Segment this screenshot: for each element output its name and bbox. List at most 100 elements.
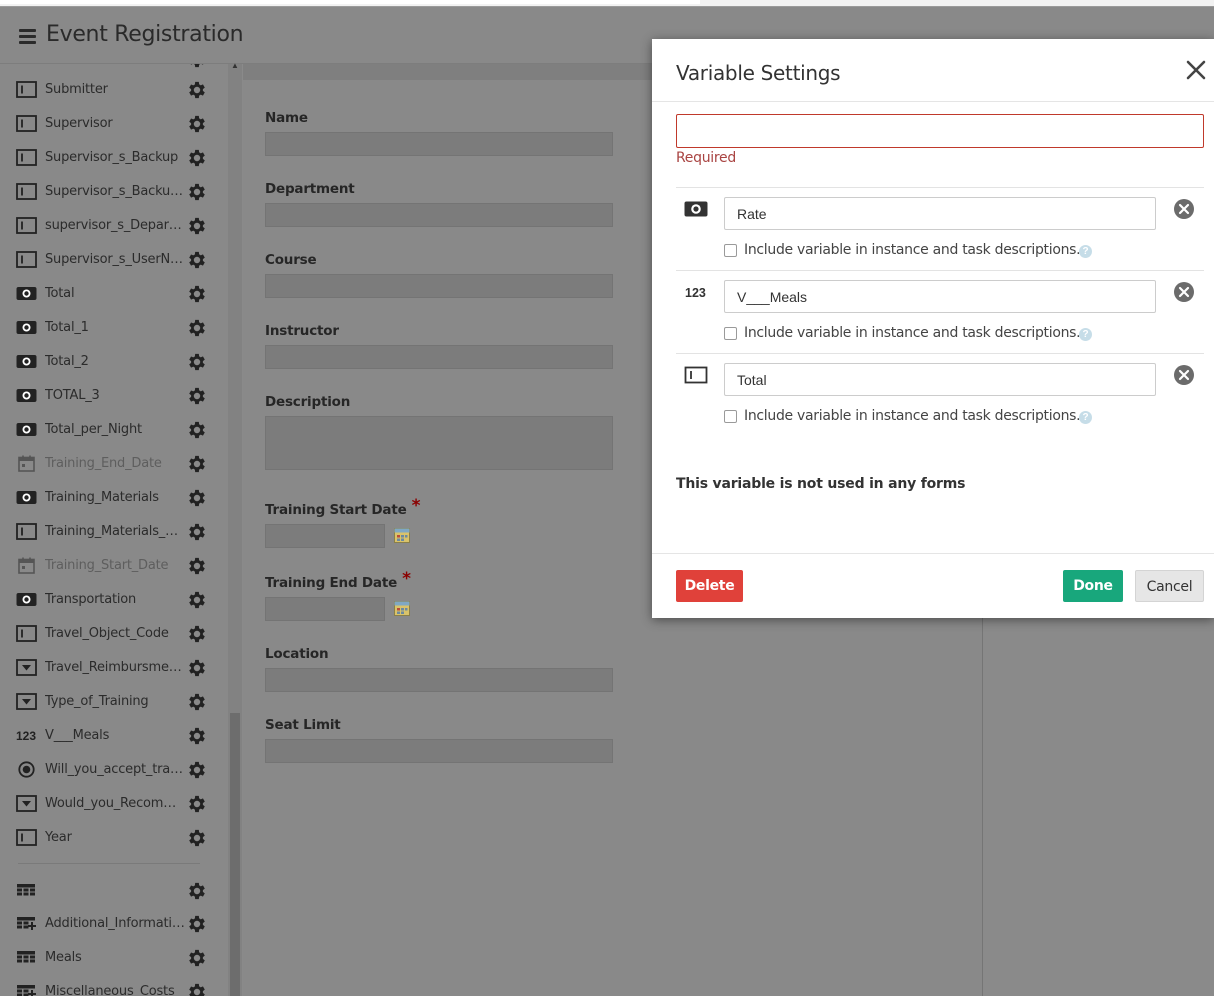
gear-icon[interactable] [186, 589, 208, 611]
grid-add-icon [16, 983, 37, 996]
sidebar-variable-item[interactable]: Training_Materials_O... [0, 515, 228, 549]
sidebar-variable-item[interactable]: Total_1 [0, 311, 228, 345]
sidebar-variable-item[interactable]: Supervisor_s_Backup... [0, 175, 228, 209]
gear-icon[interactable] [186, 555, 208, 577]
sidebar-variable-item[interactable]: Supervisor_s_Backup [0, 141, 228, 175]
gear-icon[interactable] [186, 64, 208, 70]
sidebar-variable-item[interactable]: Travel_Object_Code [0, 617, 228, 651]
form-field-input[interactable] [265, 203, 613, 227]
gear-icon[interactable] [186, 827, 208, 849]
gear-icon[interactable] [186, 623, 208, 645]
gear-icon[interactable] [186, 487, 208, 509]
form-field-input[interactable] [265, 274, 613, 298]
calendar-picker-icon[interactable] [394, 528, 410, 543]
gear-icon[interactable] [186, 453, 208, 475]
include-checkbox[interactable] [724, 410, 737, 423]
variable-label: supervisor_s_Depart... [45, 218, 185, 233]
include-checkbox[interactable] [724, 327, 737, 340]
text-field-icon [684, 366, 708, 384]
menu-icon[interactable] [19, 29, 36, 44]
text-field-icon [16, 149, 37, 166]
gear-icon[interactable] [186, 215, 208, 237]
variable-input[interactable] [724, 280, 1156, 313]
variable-name-input[interactable] [676, 114, 1204, 148]
sidebar-variable-item[interactable]: Total_per_Night [0, 413, 228, 447]
sidebar-variable-item[interactable]: Total [0, 277, 228, 311]
sidebar-variable-item[interactable]: Training_Start_Date [0, 549, 228, 583]
gear-icon[interactable] [186, 283, 208, 305]
gear-icon[interactable] [186, 385, 208, 407]
form-field-input[interactable] [265, 132, 613, 156]
help-icon[interactable]: ? [1079, 245, 1092, 258]
cancel-button[interactable]: Cancel [1135, 570, 1204, 602]
variable-label: Submitter [45, 82, 108, 97]
gear-icon[interactable] [186, 793, 208, 815]
sidebar-variable-item[interactable]: Supervisor [0, 107, 228, 141]
variable-input[interactable] [724, 197, 1156, 230]
sidebar-variable-item[interactable]: Transportation [0, 583, 228, 617]
variable-input[interactable] [724, 363, 1156, 396]
remove-circle-icon[interactable] [1173, 198, 1195, 220]
gear-icon[interactable] [186, 759, 208, 781]
sidebar-scrollbar-thumb[interactable] [230, 713, 240, 996]
gear-icon[interactable] [186, 419, 208, 441]
help-icon[interactable]: ? [1079, 411, 1092, 424]
remove-circle-icon[interactable] [1173, 281, 1195, 303]
gear-icon[interactable] [186, 147, 208, 169]
gear-icon[interactable] [186, 79, 208, 101]
include-checkbox[interactable] [724, 244, 737, 257]
close-icon[interactable] [1185, 59, 1207, 81]
sidebar-grid-item[interactable]: Miscellaneous_Costs [0, 975, 228, 996]
sidebar-variable-item[interactable]: Total_2 [0, 345, 228, 379]
include-checkbox-label: Include variable in instance and task de… [744, 325, 1081, 341]
gear-icon[interactable] [186, 351, 208, 373]
currency-icon [16, 387, 37, 404]
form-field-input[interactable] [265, 416, 613, 470]
sidebar-variable-item[interactable]: supervisor_s_Depart... [0, 209, 228, 243]
form-field-input[interactable] [265, 668, 613, 692]
form-field-input[interactable] [265, 597, 385, 621]
sidebar-variable-item[interactable]: Travel_Reimbursmen... [0, 651, 228, 685]
gear-icon[interactable] [186, 691, 208, 713]
gear-icon[interactable] [186, 947, 208, 969]
variable-label: Training_Start_Date [45, 558, 169, 573]
sidebar-grid-item[interactable]: Meals [0, 941, 228, 975]
sidebar-variable-item[interactable]: Submitter [0, 73, 228, 107]
gear-icon[interactable] [186, 249, 208, 271]
text-field-icon [16, 115, 37, 132]
variable-label: Type_of_Training [45, 694, 149, 709]
sidebar-variable-item[interactable]: Will_you_accept_trav... [0, 753, 228, 787]
gear-icon[interactable] [186, 113, 208, 135]
sidebar-variable-item[interactable]: TOTAL_3 [0, 379, 228, 413]
include-checkbox-label: Include variable in instance and task de… [744, 408, 1081, 424]
done-button[interactable]: Done [1063, 570, 1123, 602]
sidebar-variable-item[interactable]: Training_End_Date [0, 447, 228, 481]
gear-icon[interactable] [186, 521, 208, 543]
gear-icon[interactable] [186, 913, 208, 935]
variable-label: Total_per_Night [45, 422, 142, 437]
form-field-input[interactable] [265, 524, 385, 548]
remove-circle-icon[interactable] [1173, 364, 1195, 386]
sidebar-variable-item[interactable]: Training_Materials [0, 481, 228, 515]
sidebar-grid-item[interactable]: Additional_Information [0, 907, 228, 941]
required-asterisk: * [411, 496, 421, 516]
gear-icon[interactable] [186, 317, 208, 339]
sidebar-variable-item[interactable]: Supervisor_s_UserNa... [0, 243, 228, 277]
gear-icon[interactable] [186, 181, 208, 203]
variable-label: Total [45, 286, 75, 301]
sidebar-variable-item[interactable]: Would_you_Recomm... [0, 787, 228, 821]
scroll-up-arrow-icon[interactable]: ▲ [231, 61, 239, 70]
sidebar-variable-item[interactable]: 123 V___Meals [0, 719, 228, 753]
calendar-picker-icon[interactable] [394, 601, 410, 616]
gear-icon[interactable] [186, 725, 208, 747]
sidebar-variable-item[interactable]: Year [0, 821, 228, 855]
delete-button[interactable]: Delete [676, 570, 743, 602]
help-icon[interactable]: ? [1079, 328, 1092, 341]
form-field-input[interactable] [265, 739, 613, 763]
gear-icon[interactable] [186, 981, 208, 996]
form-field-input[interactable] [265, 345, 613, 369]
gear-icon[interactable] [186, 880, 208, 902]
gear-icon[interactable] [186, 657, 208, 679]
sidebar-variable-item[interactable]: Type_of_Training [0, 685, 228, 719]
sidebar-grid-item[interactable] [0, 874, 228, 908]
